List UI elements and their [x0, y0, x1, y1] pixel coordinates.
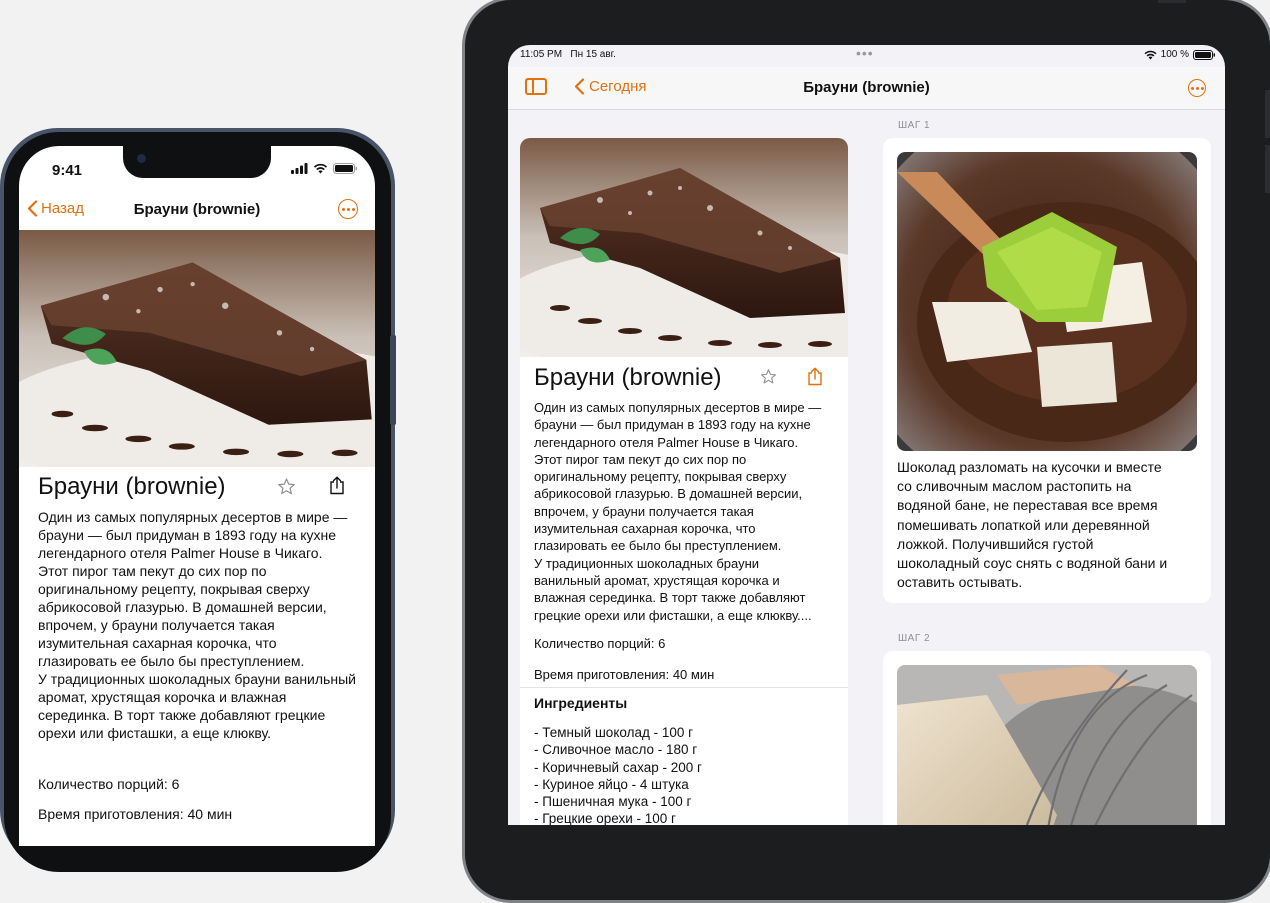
servings-text: Количество порций: 6 — [38, 776, 180, 792]
battery-icon — [1193, 49, 1215, 60]
description-line: изумительная сахарная корочка, что — [534, 521, 756, 537]
page-title: Брауни (brownie) — [133, 201, 261, 218]
description-line: влажная серединка. В торт также добавляю… — [534, 590, 806, 606]
ingredient-item: - Коричневый сахар - 200 г — [534, 759, 702, 775]
step-text-line: ложкой. Получившийся густой — [897, 535, 1094, 552]
more-options-icon[interactable] — [338, 199, 358, 219]
status-time: 11:05 PM Пн 15 авг. — [520, 49, 616, 60]
description-line: абрикосовой глазурью. В домашней версии, — [38, 599, 327, 615]
description-line: глазировать ее было бы преступлением. — [534, 538, 782, 554]
description-line: серединка. В торт также добавляют грецки… — [38, 707, 326, 723]
status-date: Пн 15 авг. — [570, 49, 616, 60]
favorite-star-icon[interactable] — [277, 477, 296, 501]
description-line: аромат, хрустящая корочка и влажная — [38, 689, 287, 705]
wifi-icon — [313, 163, 328, 174]
description-line: изумительная сахарная корочка, что — [38, 635, 277, 651]
ingredient-item: - Грецкие орехи - 100 г — [534, 811, 676, 825]
step-2-photo — [897, 665, 1197, 825]
description-line: Этот пирог там пекут до сих пор по — [38, 563, 267, 579]
description-line: У традиционных шоколадных брауни — [534, 555, 760, 571]
description-line: оригинальному рецепту, покрывая сверху — [534, 469, 787, 485]
wifi-icon — [1144, 50, 1157, 59]
share-icon[interactable] — [807, 367, 823, 391]
divider — [520, 687, 848, 688]
ingredients-heading: Ингредиенты — [534, 695, 628, 711]
recipe-description: Один из самых популярных десертов в мире… — [38, 508, 373, 742]
status-right: 100 % — [1144, 49, 1215, 60]
step-card — [883, 651, 1211, 825]
battery-percent: 100 % — [1160, 49, 1189, 60]
ingredients-list: - Темный шоколад - 100 г - Сливочное масл… — [534, 724, 702, 825]
ingredient-item: - Сливочное масло - 180 г — [534, 742, 698, 758]
phone-screen: 9:41 Назад Брауни (brownie) Брауни (brow… — [19, 146, 375, 846]
description-line: Один из самых популярных десертов в мире… — [534, 400, 822, 415]
description-line: брауни — был придуман в 1893 году на кух… — [38, 527, 337, 543]
tablet-side-button — [1265, 145, 1270, 193]
page-title: Брауни (brownie) — [803, 79, 930, 96]
tablet-screen: 11:05 PM Пн 15 авг. ••• 100 % Сегодня Бр… — [508, 45, 1225, 825]
description-line: орехи или фисташки, а еще клюкву. — [38, 725, 271, 741]
step-text-line: водяной бане, не переставая все время — [897, 497, 1158, 514]
step-text-line: оставить остывать. — [897, 574, 1023, 591]
tablet-top-button — [1158, 0, 1186, 3]
ingredient-item: - Куриное яйцо - 4 штука — [534, 776, 689, 792]
description-line: оригинальному рецепту, покрывая сверху — [38, 581, 310, 597]
servings-text: Количество порций: 6 — [534, 636, 666, 651]
more-options-icon[interactable] — [1188, 79, 1206, 97]
share-icon[interactable] — [329, 476, 345, 500]
description-line: грецкие орехи или фисташки, а еще клюкву… — [534, 607, 812, 623]
description-line: брауни — был придуман в 1893 году на кух… — [534, 417, 811, 433]
favorite-star-icon[interactable] — [760, 368, 777, 390]
recipe-title: Брауни (brownie) — [38, 473, 226, 500]
phone-navigation-bar: Назад Брауни (brownie) — [19, 194, 375, 230]
ingredient-item: - Темный шоколад - 100 г — [534, 725, 694, 740]
step-text-line: Шоколад разломать на кусочки и вместе — [897, 459, 1162, 475]
phone-status-bar: 9:41 — [19, 146, 375, 186]
description-line: впрочем, у брауни получается такая — [534, 503, 754, 519]
status-time: 9:41 — [52, 162, 83, 179]
phone-side-button — [390, 335, 396, 425]
step-1-photo — [897, 152, 1197, 451]
description-line: впрочем, у брауни получается такая — [38, 617, 275, 633]
recipe-title: Брауни (brownie) — [534, 364, 722, 391]
step-1-text: Шоколад разломать на кусочки и вместе со … — [897, 458, 1202, 592]
brownie-photo — [520, 138, 848, 357]
step-text-line: шоколадный соус снять с водяной бани и — [897, 555, 1168, 572]
description-line: У традиционных шоколадных брауни ванильн… — [38, 671, 356, 687]
recipe-description: Один из самых популярных десертов в мире… — [534, 399, 839, 624]
description-line: легендарного отеля Palmer House в Чикаго… — [534, 434, 799, 450]
description-line: Этот пирог там пекут до сих пор по — [534, 451, 747, 467]
step-label: ШАГ 2 — [898, 633, 931, 644]
step-card: Шоколад разломать на кусочки и вместе со … — [883, 138, 1211, 603]
multitasking-dots-icon[interactable]: ••• — [856, 45, 874, 61]
recipe-panel: Брауни (brownie) Один из самых популярны… — [520, 138, 848, 825]
description-line: абрикосовой глазурью. В домашней версии, — [534, 486, 803, 502]
tablet-status-bar: 11:05 PM Пн 15 авг. ••• 100 % — [508, 45, 1225, 65]
description-line: ванильный аромат, хрустящая корочка и — [534, 572, 780, 588]
tablet-navigation-bar: Сегодня Брауни (brownie) — [508, 67, 1225, 110]
description-line: глазировать ее было бы преступлением. — [38, 653, 305, 669]
battery-icon — [333, 163, 357, 174]
status-icons — [291, 163, 357, 174]
status-time-value: 11:05 PM — [520, 49, 563, 60]
step-text-line: помешивать лопаткой или деревянной — [897, 516, 1150, 533]
step-text-line: со сливочным маслом растопить на — [897, 478, 1132, 495]
ingredient-item: - Пшеничная мука - 100 г — [534, 794, 692, 810]
step-label: ШАГ 1 — [898, 120, 931, 131]
description-line: легендарного отеля Palmer House в Чикаго… — [38, 545, 323, 561]
signal-icon — [291, 163, 308, 174]
tablet-side-button — [1265, 90, 1270, 138]
description-line: Один из самых популярных десертов в мире… — [38, 509, 348, 525]
cook-time-text: Время приготовления: 40 мин — [38, 806, 233, 822]
cook-time-text: Время приготовления: 40 мин — [534, 667, 715, 682]
brownie-photo — [19, 230, 375, 467]
